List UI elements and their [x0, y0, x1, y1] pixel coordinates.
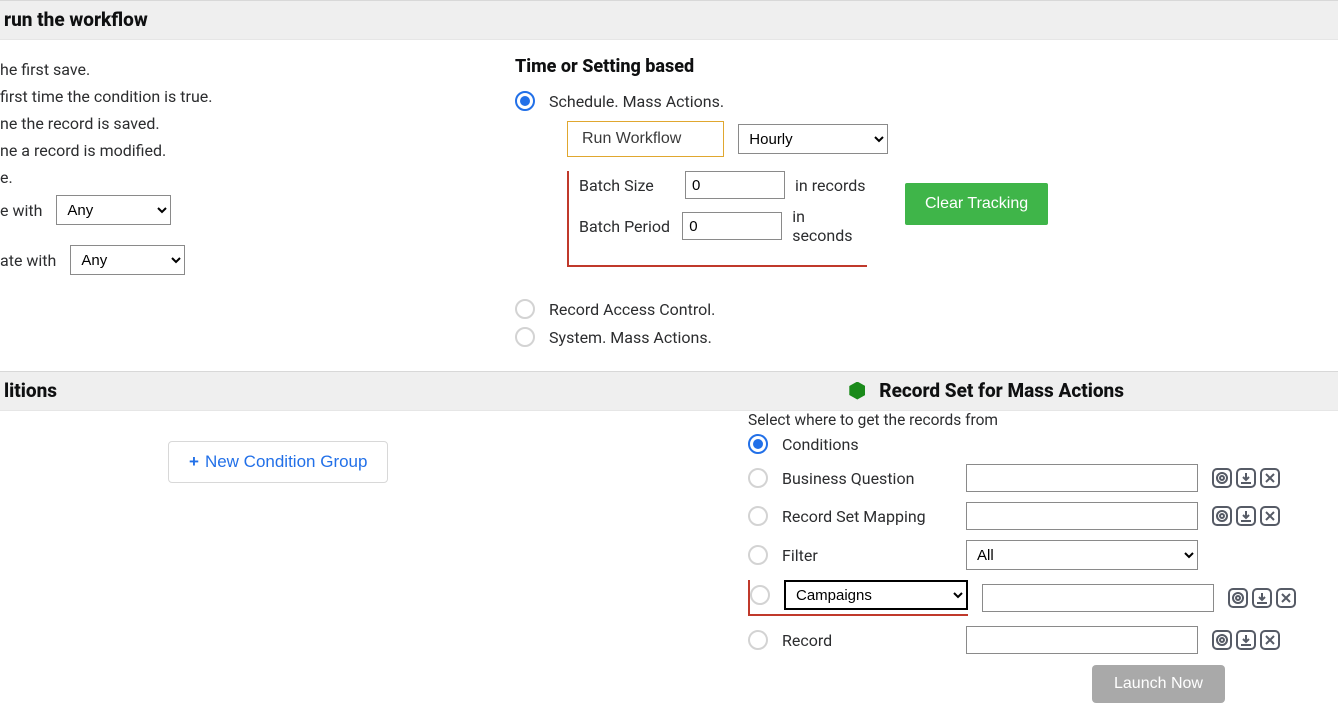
rs-campaigns-input[interactable] — [982, 584, 1214, 612]
rs-record-row: Record — [748, 621, 1338, 659]
target-icon[interactable] — [1212, 630, 1232, 650]
hexagon-icon — [849, 382, 865, 400]
rs-bq-radio[interactable] — [748, 468, 768, 488]
remove-icon[interactable] — [1276, 588, 1296, 608]
rs-conditions-radio[interactable] — [748, 434, 768, 454]
rs-rsm-input[interactable] — [966, 502, 1198, 530]
any-select-1[interactable]: Any — [56, 195, 171, 225]
run-workflow-button[interactable]: Run Workflow — [567, 121, 724, 157]
record-set-panel: Select where to get the records from Con… — [748, 411, 1338, 659]
batch-size-unit: in records — [795, 176, 866, 195]
rs-business-question-row: Business Question — [748, 459, 1338, 497]
rs-record-icons — [1212, 630, 1280, 650]
section-run-workflow-header: run the workflow — [0, 0, 1338, 40]
section-title: run the workflow — [4, 8, 148, 31]
batch-size-label: Batch Size — [579, 176, 675, 195]
time-setting-heading: Time or Setting based — [515, 56, 1330, 77]
sma-label: System. Mass Actions. — [549, 328, 712, 347]
record-set-title: Record Set for Mass Actions — [879, 379, 1124, 402]
import-icon[interactable] — [1236, 506, 1256, 526]
trigger-option: ne a record is modified. — [0, 137, 507, 164]
schedule-label: Schedule. Mass Actions. — [549, 92, 724, 111]
time-setting-panel: Time or Setting based Schedule. Mass Act… — [515, 40, 1338, 371]
trigger-option: e. — [0, 164, 507, 191]
remove-icon[interactable] — [1260, 506, 1280, 526]
target-icon[interactable] — [1212, 468, 1232, 488]
batch-highlight-box: Batch Size in records Batch Period in se… — [567, 171, 867, 267]
trigger-option: first time the condition is true. — [0, 83, 507, 110]
rs-bq-input[interactable] — [966, 464, 1198, 492]
import-icon[interactable] — [1236, 468, 1256, 488]
new-condition-group-button[interactable]: +New Condition Group — [168, 441, 388, 483]
campaign-highlight-box: Campaigns — [748, 580, 968, 616]
rs-record-radio[interactable] — [748, 630, 768, 650]
any-select-2[interactable]: Any — [70, 245, 185, 275]
launch-row: Launch Now — [0, 659, 1338, 703]
schedule-radio[interactable] — [515, 91, 535, 111]
batch-size-row: Batch Size in records — [579, 171, 867, 199]
record-access-control-row: Record Access Control. — [515, 295, 1330, 323]
import-icon[interactable] — [1236, 630, 1256, 650]
rs-campaigns-select[interactable]: Campaigns — [784, 580, 968, 610]
section-conditions-header: litions Record Set for Mass Actions — [0, 371, 1338, 411]
option-label: e with — [0, 201, 42, 220]
rs-campaigns-icons — [1228, 588, 1296, 608]
rs-rsm-radio[interactable] — [748, 506, 768, 526]
plus-icon: + — [189, 452, 199, 471]
system-mass-actions-row: System. Mass Actions. — [515, 323, 1330, 351]
trigger-option: ne the record is saved. — [0, 110, 507, 137]
rs-filter-label: Filter — [782, 546, 952, 565]
trigger-option-with-select: e with Any — [0, 191, 507, 229]
batch-period-row: Batch Period in seconds — [579, 207, 867, 245]
rs-filter-row: Filter All — [748, 535, 1338, 575]
rs-rsm-icons — [1212, 506, 1280, 526]
trigger-option-with-select: ate with Any — [0, 241, 507, 279]
rs-record-label: Record — [782, 631, 952, 650]
run-trigger-options: he first save. first time the condition … — [0, 40, 515, 371]
rs-record-input[interactable] — [966, 626, 1198, 654]
record-set-heading: Select where to get the records from — [748, 411, 1338, 429]
sma-radio[interactable] — [515, 327, 535, 347]
rs-campaigns-row: Campaigns — [748, 575, 1338, 621]
remove-icon[interactable] — [1260, 630, 1280, 650]
rs-filter-select[interactable]: All — [966, 540, 1198, 570]
rac-radio[interactable] — [515, 299, 535, 319]
import-icon[interactable] — [1252, 588, 1272, 608]
rs-record-set-mapping-row: Record Set Mapping — [748, 497, 1338, 535]
section-conditions-body: +New Condition Group Select where to get… — [0, 411, 1338, 659]
section-run-workflow-body: he first save. first time the condition … — [0, 40, 1338, 371]
rs-bq-icons — [1212, 468, 1280, 488]
rs-rsm-label: Record Set Mapping — [782, 507, 952, 526]
target-icon[interactable] — [1212, 506, 1232, 526]
batch-period-unit: in seconds — [792, 207, 867, 245]
rs-conditions-row: Conditions — [748, 429, 1338, 459]
schedule-mass-actions-row: Schedule. Mass Actions. — [515, 87, 1330, 115]
clear-tracking-button[interactable]: Clear Tracking — [905, 183, 1048, 225]
frequency-select[interactable]: Hourly — [738, 124, 888, 154]
remove-icon[interactable] — [1260, 468, 1280, 488]
target-icon[interactable] — [1228, 588, 1248, 608]
conditions-panel: +New Condition Group — [0, 411, 748, 659]
rs-campaigns-radio[interactable] — [750, 585, 770, 605]
rac-label: Record Access Control. — [549, 300, 715, 319]
conditions-title: litions — [4, 379, 57, 402]
run-workflow-row: Run Workflow Hourly — [567, 121, 1330, 157]
trigger-option: he first save. — [0, 56, 507, 83]
batch-period-input[interactable] — [682, 212, 782, 240]
rs-filter-radio[interactable] — [748, 545, 768, 565]
rs-bq-label: Business Question — [782, 469, 952, 488]
batch-period-label: Batch Period — [579, 217, 672, 236]
batch-size-input[interactable] — [685, 171, 785, 199]
batch-settings: Batch Size in records Batch Period in se… — [567, 171, 1330, 267]
option-label: ate with — [0, 251, 56, 270]
launch-now-button[interactable]: Launch Now — [1092, 665, 1225, 703]
schedule-config: Run Workflow Hourly Batch Size in record… — [567, 115, 1330, 277]
rs-conditions-label: Conditions — [782, 435, 952, 454]
